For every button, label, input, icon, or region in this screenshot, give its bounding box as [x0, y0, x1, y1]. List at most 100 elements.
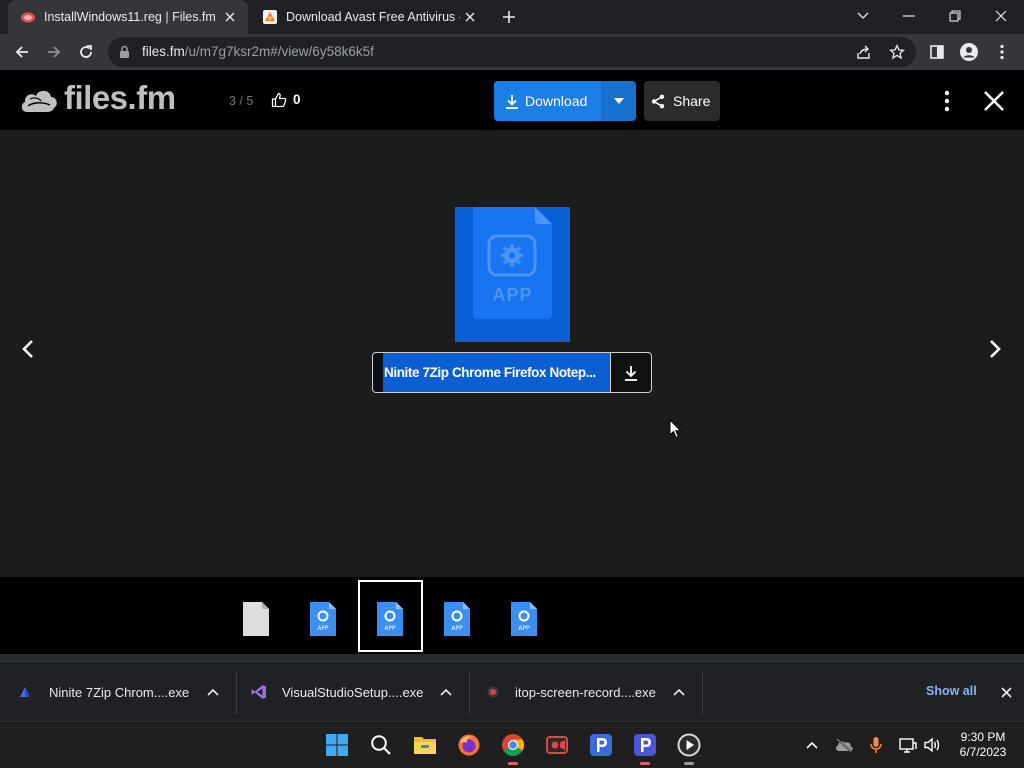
side-panel-button[interactable]: [921, 36, 953, 68]
browser-toolbar: files.fm/u/m7g7ksr2m#/view/6y58k6k5f: [0, 34, 1024, 70]
avast-favicon: [262, 9, 278, 25]
kebab-menu-icon: [1000, 44, 1004, 60]
thumbnail-strip: APP APP APP APP: [0, 577, 1024, 654]
thumbs-up-icon[interactable]: [271, 92, 287, 108]
download-options-button[interactable]: [601, 81, 636, 121]
like-count: 0: [293, 92, 301, 107]
chrome-taskbar-button[interactable]: [498, 730, 528, 765]
media-player-button[interactable]: [674, 730, 704, 765]
chevron-up-icon[interactable]: [669, 682, 689, 702]
running-indicator: [684, 762, 694, 765]
share-button-label: Share: [673, 93, 711, 109]
windows-logo-icon: [326, 734, 348, 756]
close-download-shelf-icon[interactable]: [996, 682, 1016, 702]
thumbnail-generic-file[interactable]: [242, 601, 270, 637]
tab-search-button[interactable]: [840, 0, 886, 32]
side-panel-icon: [930, 45, 944, 59]
chevron-down-icon: [857, 12, 869, 19]
download-button-label: Download: [525, 93, 588, 109]
chevron-up-icon[interactable]: [203, 682, 223, 702]
files-fm-cloud-logo-icon[interactable]: [19, 85, 59, 115]
forward-button[interactable]: [38, 36, 70, 68]
arrow-left-icon: [15, 46, 28, 58]
files-fm-logo[interactable]: files.fm: [64, 79, 176, 117]
thumbnail-app-file[interactable]: APP: [443, 601, 471, 637]
show-all-downloads-link[interactable]: Show all: [926, 684, 977, 698]
app-file-icon: [473, 207, 552, 319]
plus-icon: [503, 11, 515, 23]
download-item-visualstudio[interactable]: VisualStudioSetup....exe: [251, 662, 469, 722]
download-icon: [505, 94, 519, 109]
close-tab-icon[interactable]: [460, 7, 480, 27]
minimize-button[interactable]: [886, 0, 932, 32]
thumbnail-app-file[interactable]: APP: [510, 601, 538, 637]
chrome-menu-button[interactable]: [986, 36, 1018, 68]
file-name[interactable]: Ninite 7Zip Chrome Firefox Notep...: [383, 353, 610, 392]
start-button[interactable]: [322, 730, 352, 760]
filesfm-header: files.fm 3 / 5 0 Download Share: [0, 71, 1024, 130]
app-p-active-button[interactable]: [630, 730, 660, 765]
chevron-up-icon[interactable]: [436, 682, 456, 702]
file-download-button[interactable]: [610, 353, 651, 392]
cloud-offline-icon: [836, 738, 853, 752]
show-hidden-icons-button[interactable]: [801, 734, 823, 756]
file-type-label: APP: [492, 285, 533, 305]
search-button[interactable]: [366, 730, 396, 760]
address-bar[interactable]: files.fm/u/m7g7ksr2m#/view/6y58k6k5f: [108, 37, 916, 67]
itop-recorder-icon: [485, 684, 501, 700]
thumb-label: APP: [451, 625, 463, 632]
screen-recorder-button[interactable]: [542, 730, 572, 760]
play-icon: [677, 733, 701, 757]
generic-file-icon: [243, 602, 269, 636]
new-tab-button[interactable]: [496, 5, 522, 29]
viewer-bottom-border: [0, 654, 1024, 661]
close-window-button[interactable]: [978, 0, 1024, 32]
share-icon: [651, 94, 665, 109]
url-text: files.fm/u/m7g7ksr2m#/view/6y58k6k5f: [142, 44, 374, 59]
thumbnail-app-file[interactable]: APP: [309, 601, 337, 637]
microphone-tray-icon[interactable]: [865, 734, 887, 756]
app-p-button[interactable]: [586, 730, 616, 760]
onedrive-tray-icon[interactable]: [833, 734, 855, 756]
reload-button[interactable]: [70, 36, 102, 68]
download-item-ninite[interactable]: Ninite 7Zip Chrom....exe: [17, 662, 235, 722]
bookmark-star-icon[interactable]: [889, 44, 905, 60]
firefox-icon: [458, 734, 480, 756]
chevron-up-icon: [806, 741, 818, 749]
network-icon: [899, 738, 917, 753]
download-file-name: itop-screen-record....exe: [515, 684, 656, 700]
thumb-label: APP: [518, 625, 530, 632]
download-icon: [625, 365, 637, 381]
tab-avast[interactable]: Download Avast Free Antivirus -: [250, 0, 488, 34]
thumb-label: APP: [384, 625, 396, 632]
network-tray-icon[interactable]: [897, 734, 919, 756]
download-button[interactable]: Download: [494, 81, 601, 121]
browser-tab-strip: InstallWindows11.reg | Files.fm Download…: [0, 0, 1024, 34]
more-options-icon[interactable]: [942, 90, 952, 112]
close-viewer-icon[interactable]: [982, 89, 1006, 113]
firefox-button[interactable]: [454, 730, 484, 760]
share-page-icon[interactable]: [856, 44, 872, 60]
next-file-icon[interactable]: [988, 339, 1002, 359]
download-file-name: VisualStudioSetup....exe: [282, 684, 424, 700]
volume-tray-icon[interactable]: [921, 734, 943, 756]
thumbnail-app-file-selected[interactable]: APP: [376, 601, 404, 637]
download-item-itop[interactable]: itop-screen-record....exe: [485, 662, 703, 722]
windows-taskbar: 9:30 PM 6/7/2023: [0, 721, 1024, 768]
running-indicator: [640, 762, 650, 765]
share-button[interactable]: Share: [644, 81, 720, 121]
running-indicator: [508, 762, 518, 765]
previous-file-icon[interactable]: [21, 339, 35, 359]
download-shelf: Ninite 7Zip Chrom....exe VisualStudioSet…: [0, 661, 1024, 721]
close-tab-icon[interactable]: [220, 7, 240, 27]
lock-icon[interactable]: [119, 45, 130, 59]
microphone-icon: [870, 737, 882, 753]
back-button[interactable]: [6, 36, 38, 68]
restore-button[interactable]: [932, 0, 978, 32]
file-viewer: APP Ninite 7Zip Chrome Firefox Notep...: [0, 130, 1024, 577]
app-file-icon: APP: [377, 602, 403, 636]
profile-button[interactable]: [953, 36, 985, 68]
file-explorer-button[interactable]: [410, 730, 440, 760]
taskbar-clock[interactable]: 9:30 PM 6/7/2023: [950, 730, 1016, 760]
tab-installwindows11[interactable]: InstallWindows11.reg | Files.fm: [8, 0, 248, 34]
